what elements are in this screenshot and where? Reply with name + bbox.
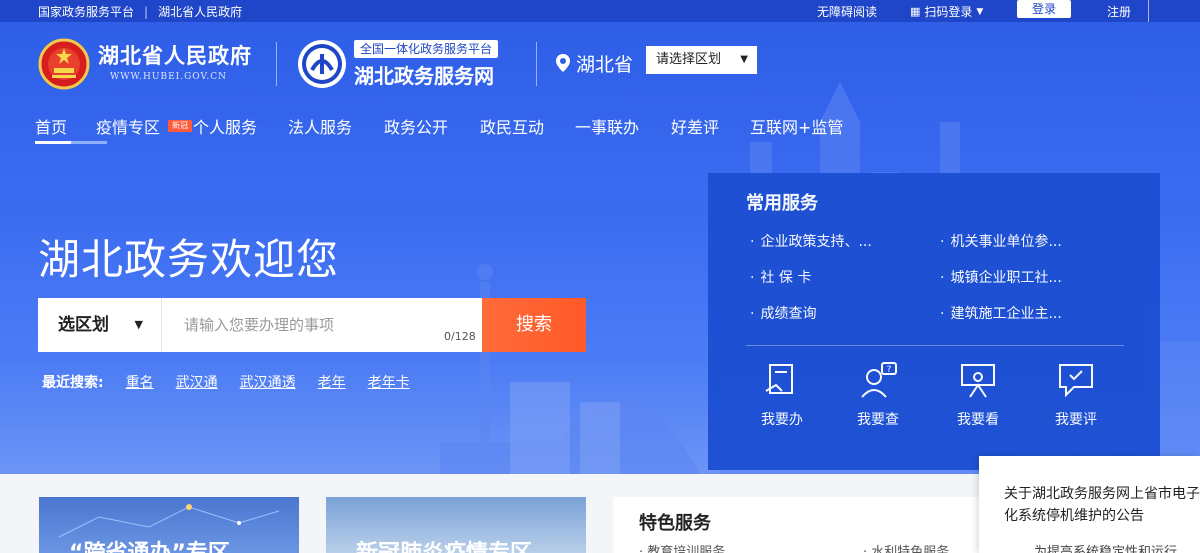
nav-item-epidemic[interactable]: 疫情专区 (96, 114, 160, 138)
new-badge: 新冠 (168, 120, 192, 132)
divider (1148, 0, 1149, 22)
gov-site-title[interactable]: 湖北省人民政府 (98, 40, 252, 70)
chevron-down-icon: ▼ (740, 54, 748, 65)
recent-keyword[interactable]: 老年 (318, 372, 346, 392)
search-region-dropdown[interactable]: 选区划 ▼ (38, 298, 162, 352)
scan-login-label: 扫码登录 (924, 5, 973, 19)
special-services-panel: 特色服务 · 教育培训服务 · 水利特色服务 (613, 497, 983, 553)
special-services-title: 特色服务 (639, 513, 711, 534)
provincial-gov-link[interactable]: 湖北省人民政府 (158, 3, 242, 20)
search-region-label: 选区划 (58, 315, 109, 335)
nav-item-corporate[interactable]: 法人服务 (288, 114, 352, 138)
service-link[interactable]: 机关事业单位参... (940, 231, 1061, 251)
notice-text: 关于湖北政务服务网上省市电子化系统停机维护的公告 (1004, 486, 1200, 524)
recent-keyword[interactable]: 老年卡 (368, 372, 410, 392)
recent-keyword[interactable]: 重名 (126, 372, 154, 392)
nav-item-internet-supervision[interactable]: 互联网+监管 (750, 114, 843, 138)
quick-action-label: 我要查 (857, 412, 899, 428)
card-title: “跨省通办”专区 (69, 535, 230, 553)
qr-code-icon: ▦ (910, 5, 921, 18)
divider (746, 345, 1124, 346)
common-services-title: 常用服务 (746, 193, 818, 214)
service-link[interactable]: 城镇企业职工社... (940, 267, 1061, 287)
search-button[interactable]: 搜索 (482, 298, 586, 352)
service-link[interactable]: 建筑施工企业主... (940, 303, 1061, 323)
active-nav-indicator (35, 141, 107, 144)
nav-item-open-gov[interactable]: 政务公开 (384, 114, 448, 138)
notice-subtext: 为提高系统稳定性和运行 (1034, 545, 1178, 553)
service-link[interactable]: 社 保 卡 (750, 267, 811, 287)
service-link[interactable]: 企业政策支持、... (750, 231, 871, 251)
platform-tag: 全国一体化政务服务平台 (354, 40, 499, 58)
quick-action-label: 我要评 (1055, 412, 1097, 428)
nav-item-home[interactable]: 首页 (35, 114, 67, 138)
quick-action-ask[interactable]: ? 我要查 (848, 361, 908, 429)
presentation-board-icon (961, 364, 995, 398)
recent-search-label: 最近搜索: (42, 375, 104, 391)
quick-action-view[interactable]: 我要看 (948, 361, 1008, 429)
region-select-dropdown[interactable]: 请选择区划 ▼ (646, 46, 757, 74)
divider (536, 42, 537, 86)
scan-login-menu[interactable]: ▦ 扫码登录 ▼ (910, 3, 983, 20)
accessible-reading-link[interactable]: 无障碍阅读 (817, 3, 897, 20)
nav-item-interaction[interactable]: 政民互动 (480, 114, 544, 138)
card-title: 新冠肺炎疫情专区 (356, 535, 532, 553)
top-bar: 国家政务服务平台 | 湖北省人民政府 无障碍阅读 ▦ 扫码登录 ▼ 登录 注册 (0, 0, 1200, 22)
recent-keyword[interactable]: 武汉通 (176, 372, 218, 392)
char-counter: 0/128 (444, 330, 476, 343)
common-services-panel: 常用服务 企业政策支持、... 机关事业单位参... 社 保 卡 城镇企业职工社… (708, 173, 1160, 470)
nav-item-rating[interactable]: 好差评 (671, 114, 719, 138)
national-platform-link[interactable]: 国家政务服务平台 (38, 3, 134, 20)
divider (276, 42, 277, 86)
welcome-heading: 湖北政务欢迎您 (38, 235, 340, 284)
search-input[interactable] (162, 298, 482, 352)
location-pin-icon (556, 54, 570, 72)
epidemic-card[interactable]: 新冠肺炎疫情专区 (326, 497, 586, 553)
region-select-label: 请选择区划 (656, 52, 722, 67)
platform-title[interactable]: 湖北政务服务网 (354, 60, 494, 89)
search-bar: 选区划 ▼ 0/128 搜索 (38, 298, 586, 352)
person-question-icon: ? (861, 362, 897, 398)
nav-item-one-thing[interactable]: 一事联办 (575, 114, 639, 138)
divider: | (144, 4, 149, 19)
chevron-down-icon: ▼ (134, 318, 143, 331)
current-province: 湖北省 (576, 54, 634, 76)
national-emblem-logo (38, 38, 90, 90)
chevron-down-icon: ▼ (976, 6, 984, 17)
nav-item-personal[interactable]: 个人服务 (193, 114, 257, 138)
hero-banner: 湖北省人民政府 WWW.HUBEI.GOV.CN 全国一体化政务服务平台 湖北政… (0, 22, 1200, 474)
quick-action-rate[interactable]: 我要评 (1046, 361, 1106, 429)
special-service-link[interactable]: · 教育培训服务 (639, 541, 725, 553)
quick-action-do[interactable]: 我要办 (752, 361, 812, 429)
quick-action-label: 我要办 (761, 412, 803, 428)
recent-keyword[interactable]: 武汉通透 (240, 372, 296, 392)
cross-province-card[interactable]: “跨省通办”专区 (39, 497, 299, 553)
svg-text:?: ? (887, 365, 892, 375)
service-link[interactable]: 成绩查询 (750, 303, 816, 323)
gov-site-url: WWW.HUBEI.GOV.CN (110, 72, 228, 82)
speech-rating-icon (1059, 364, 1093, 398)
register-link[interactable]: 注册 (1107, 3, 1131, 20)
notice-popup[interactable]: 关于湖北政务服务网上省市电子化系统停机维护的公告 为提高系统稳定性和运行 (979, 456, 1200, 553)
quick-action-label: 我要看 (957, 412, 999, 428)
special-service-link[interactable]: · 水利特色服务 (863, 541, 949, 553)
login-button[interactable]: 登录 (1017, 0, 1071, 18)
gov-service-logo (298, 40, 346, 88)
recent-searches: 最近搜索: 重名 武汉通 武汉通透 老年 老年卡 (42, 372, 432, 392)
document-hand-icon (765, 364, 793, 394)
